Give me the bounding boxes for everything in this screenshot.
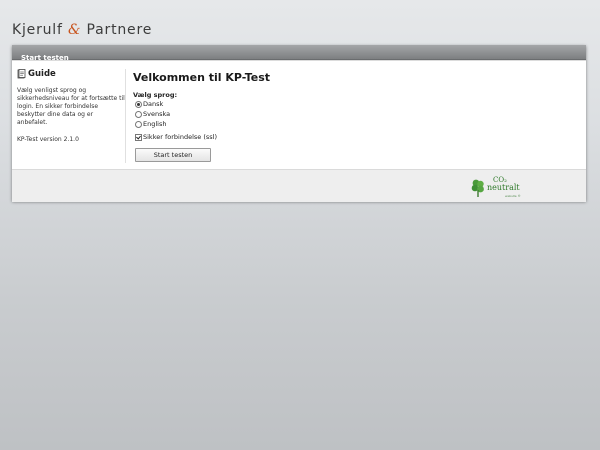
radio-svenska[interactable] <box>135 110 142 118</box>
main-form: Velkommen til KP-Test Vælg sprog: Dansk … <box>133 71 553 162</box>
brand-name-part2: Partnere <box>86 22 153 38</box>
version-text: KP-Test version 2.1.0 <box>17 136 79 143</box>
language-option-label: Dansk <box>143 100 164 108</box>
language-option-label: Svenska <box>143 110 171 118</box>
page-title: Velkommen til KP-Test <box>133 71 271 84</box>
panel-header: Start testen <box>12 45 586 62</box>
radio-english[interactable] <box>135 120 142 128</box>
guide-book-icon <box>17 69 26 79</box>
secure-connection-option[interactable]: Sikker forbindelse (ssl) <box>133 132 553 142</box>
brand-name-part1: Kjerulf <box>12 22 63 38</box>
language-option-dansk[interactable]: Dansk <box>133 99 553 109</box>
panel-footer: CO₂ neutralt website ® <box>12 169 586 202</box>
secure-connection-label: Sikker forbindelse (ssl) <box>143 133 217 141</box>
radio-dansk[interactable] <box>135 100 142 108</box>
guide-sidebar: Guide Vælg venligst sprog og sikkerhedsn… <box>17 69 126 163</box>
secure-connection-checkbox[interactable] <box>135 133 142 141</box>
language-option-label: English <box>143 120 167 128</box>
co2-neutral-leaf-icon <box>471 179 484 197</box>
panel-content: Guide Vælg venligst sprog og sikkerhedsn… <box>12 60 586 169</box>
brand-logo: Kjerulf & Partnere <box>12 22 152 38</box>
co2-badge-sub: website ® <box>505 194 521 198</box>
start-panel: Start testen Guide Vælg venligst sprog o… <box>12 45 586 202</box>
language-option-english[interactable]: English <box>133 119 553 129</box>
guide-title: Guide <box>28 69 56 79</box>
start-test-button[interactable]: Start testen <box>135 148 211 162</box>
language-label: Vælg sprog: <box>133 91 178 99</box>
co2-badge-main: neutralt <box>487 183 520 192</box>
co2-neutral-badge: CO₂ neutralt website ® <box>471 176 521 200</box>
guide-heading: Guide <box>17 69 125 79</box>
brand-ampersand: & <box>68 22 82 38</box>
guide-text: Vælg venligst sprog og sikkerhedsniveau … <box>17 87 125 126</box>
language-option-svenska[interactable]: Svenska <box>133 109 553 119</box>
co2-badge-text: CO₂ neutralt website ® <box>487 176 521 200</box>
